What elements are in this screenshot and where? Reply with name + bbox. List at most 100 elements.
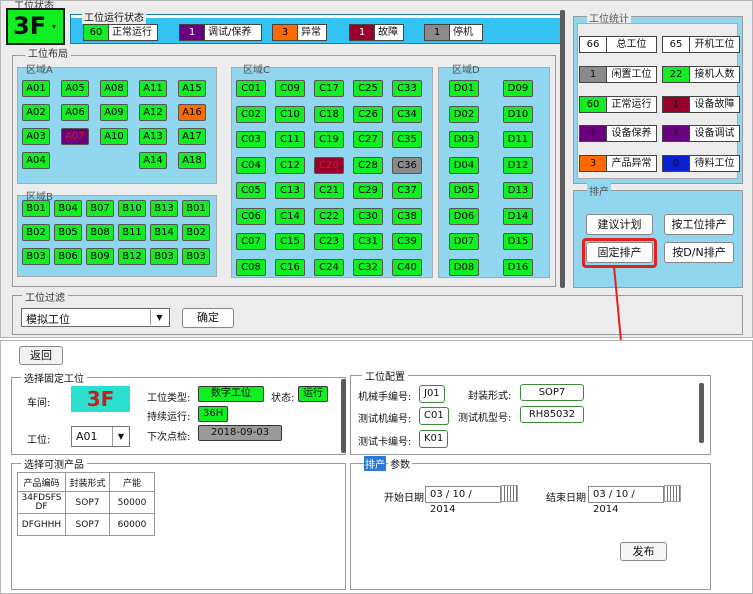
station-c18[interactable]: C18 xyxy=(314,105,344,123)
station-b06[interactable]: B06 xyxy=(54,248,82,265)
station-c30[interactable]: C30 xyxy=(353,207,383,225)
station-b11[interactable]: B11 xyxy=(118,224,146,241)
table-row[interactable]: 34FDSFS DF SOP7 50000 xyxy=(17,491,155,514)
station-c12[interactable]: C12 xyxy=(275,156,305,174)
station-d05[interactable]: D05 xyxy=(449,182,479,199)
station-c35[interactable]: C35 xyxy=(392,131,422,148)
station-b02[interactable]: B02 xyxy=(22,224,50,241)
station-d10[interactable]: D10 xyxy=(503,105,533,123)
back-button[interactable]: 返回 xyxy=(19,346,63,365)
station-c04[interactable]: C04 xyxy=(236,156,266,174)
station-b10[interactable]: B10 xyxy=(118,200,146,217)
station-c24[interactable]: C24 xyxy=(314,258,344,276)
station-d09[interactable]: D09 xyxy=(503,80,533,97)
station-a08[interactable]: A08 xyxy=(100,80,128,97)
station-d01[interactable]: D01 xyxy=(449,80,479,97)
station-d13[interactable]: D13 xyxy=(503,182,533,199)
filter-select[interactable]: 模拟工位 ▼ xyxy=(21,308,170,327)
station-d16[interactable]: D16 xyxy=(503,258,533,276)
scrollbar[interactable] xyxy=(699,383,704,443)
station-c25[interactable]: C25 xyxy=(353,80,383,97)
station-c16[interactable]: C16 xyxy=(275,258,305,276)
station-c07[interactable]: C07 xyxy=(236,233,266,250)
station-c06[interactable]: C06 xyxy=(236,207,266,225)
station-c02[interactable]: C02 xyxy=(236,105,266,123)
station-b03[interactable]: B03 xyxy=(22,248,50,265)
station-c26[interactable]: C26 xyxy=(353,105,383,123)
station-d07[interactable]: D07 xyxy=(449,233,479,250)
station-a05[interactable]: A05 xyxy=(61,80,89,97)
station-a02[interactable]: A02 xyxy=(22,104,50,121)
station-b01[interactable]: B01 xyxy=(182,200,210,217)
station-select[interactable]: A01 ▼ xyxy=(71,426,130,447)
calendar-icon[interactable] xyxy=(501,485,518,502)
station-c10[interactable]: C10 xyxy=(275,105,305,123)
publish-button[interactable]: 发布 xyxy=(620,542,667,561)
station-c40[interactable]: C40 xyxy=(392,258,422,276)
station-a07[interactable]: A07 xyxy=(61,128,89,145)
station-d11[interactable]: D11 xyxy=(503,131,533,148)
station-a14[interactable]: A14 xyxy=(139,152,167,169)
station-a18[interactable]: A18 xyxy=(178,152,206,169)
station-d08[interactable]: D08 xyxy=(449,258,479,276)
suggest-plan-button[interactable]: 建议计划 xyxy=(586,214,653,235)
station-c13[interactable]: C13 xyxy=(275,182,305,199)
station-c23[interactable]: C23 xyxy=(314,233,344,250)
station-c34[interactable]: C34 xyxy=(392,105,422,123)
station-b07[interactable]: B07 xyxy=(86,200,114,217)
scrollbar[interactable] xyxy=(560,10,565,288)
station-a11[interactable]: A11 xyxy=(139,80,167,97)
station-b13[interactable]: B13 xyxy=(150,200,178,217)
station-b08[interactable]: B08 xyxy=(86,224,114,241)
schedule-by-station-button[interactable]: 按工位排产 xyxy=(664,214,734,235)
station-b03[interactable]: B03 xyxy=(182,248,210,265)
station-b04[interactable]: B04 xyxy=(54,200,82,217)
filter-confirm-button[interactable]: 确定 xyxy=(182,308,234,328)
station-a15[interactable]: A15 xyxy=(178,80,206,97)
station-a12[interactable]: A12 xyxy=(139,104,167,121)
table-row[interactable]: DFGHHH SOP7 60000 xyxy=(17,513,155,536)
station-a09[interactable]: A09 xyxy=(100,104,128,121)
station-c09[interactable]: C09 xyxy=(275,80,305,97)
station-c37[interactable]: C37 xyxy=(392,182,422,199)
station-c39[interactable]: C39 xyxy=(392,233,422,250)
station-c14[interactable]: C14 xyxy=(275,207,305,225)
station-c05[interactable]: C05 xyxy=(236,182,266,199)
station-c36[interactable]: C36 xyxy=(392,156,422,174)
station-c29[interactable]: C29 xyxy=(353,182,383,199)
station-c27[interactable]: C27 xyxy=(353,131,383,148)
station-b14[interactable]: B14 xyxy=(150,224,178,241)
station-c22[interactable]: C22 xyxy=(314,207,344,225)
schedule-by-dn-button[interactable]: 按D/N排产 xyxy=(664,242,734,263)
station-d15[interactable]: D15 xyxy=(503,233,533,250)
station-b12[interactable]: B12 xyxy=(118,248,146,265)
station-c15[interactable]: C15 xyxy=(275,233,305,250)
station-c33[interactable]: C33 xyxy=(392,80,422,97)
station-b03[interactable]: B03 xyxy=(150,248,178,265)
floor-selector[interactable]: 3F ▾ xyxy=(6,8,65,45)
station-c38[interactable]: C38 xyxy=(392,207,422,225)
station-c20[interactable]: C20 xyxy=(314,156,344,174)
station-c19[interactable]: C19 xyxy=(314,131,344,148)
station-c01[interactable]: C01 xyxy=(236,80,266,97)
station-b02[interactable]: B02 xyxy=(182,224,210,241)
station-d06[interactable]: D06 xyxy=(449,207,479,225)
station-a10[interactable]: A10 xyxy=(100,128,128,145)
station-c03[interactable]: C03 xyxy=(236,131,266,148)
start-date-field[interactable]: 03 / 10 / 2014 xyxy=(425,486,501,515)
station-c21[interactable]: C21 xyxy=(314,182,344,199)
station-d12[interactable]: D12 xyxy=(503,156,533,174)
station-d14[interactable]: D14 xyxy=(503,207,533,225)
station-b01[interactable]: B01 xyxy=(22,200,50,217)
station-a17[interactable]: A17 xyxy=(178,128,206,145)
station-c31[interactable]: C31 xyxy=(353,233,383,250)
station-a13[interactable]: A13 xyxy=(139,128,167,145)
scrollbar[interactable] xyxy=(341,379,346,453)
station-c08[interactable]: C08 xyxy=(236,258,266,276)
station-d03[interactable]: D03 xyxy=(449,131,479,148)
station-a06[interactable]: A06 xyxy=(61,104,89,121)
station-a16[interactable]: A16 xyxy=(178,104,206,121)
station-c11[interactable]: C11 xyxy=(275,131,305,148)
station-c32[interactable]: C32 xyxy=(353,258,383,276)
end-date-field[interactable]: 03 / 10 / 2014 xyxy=(588,486,664,515)
